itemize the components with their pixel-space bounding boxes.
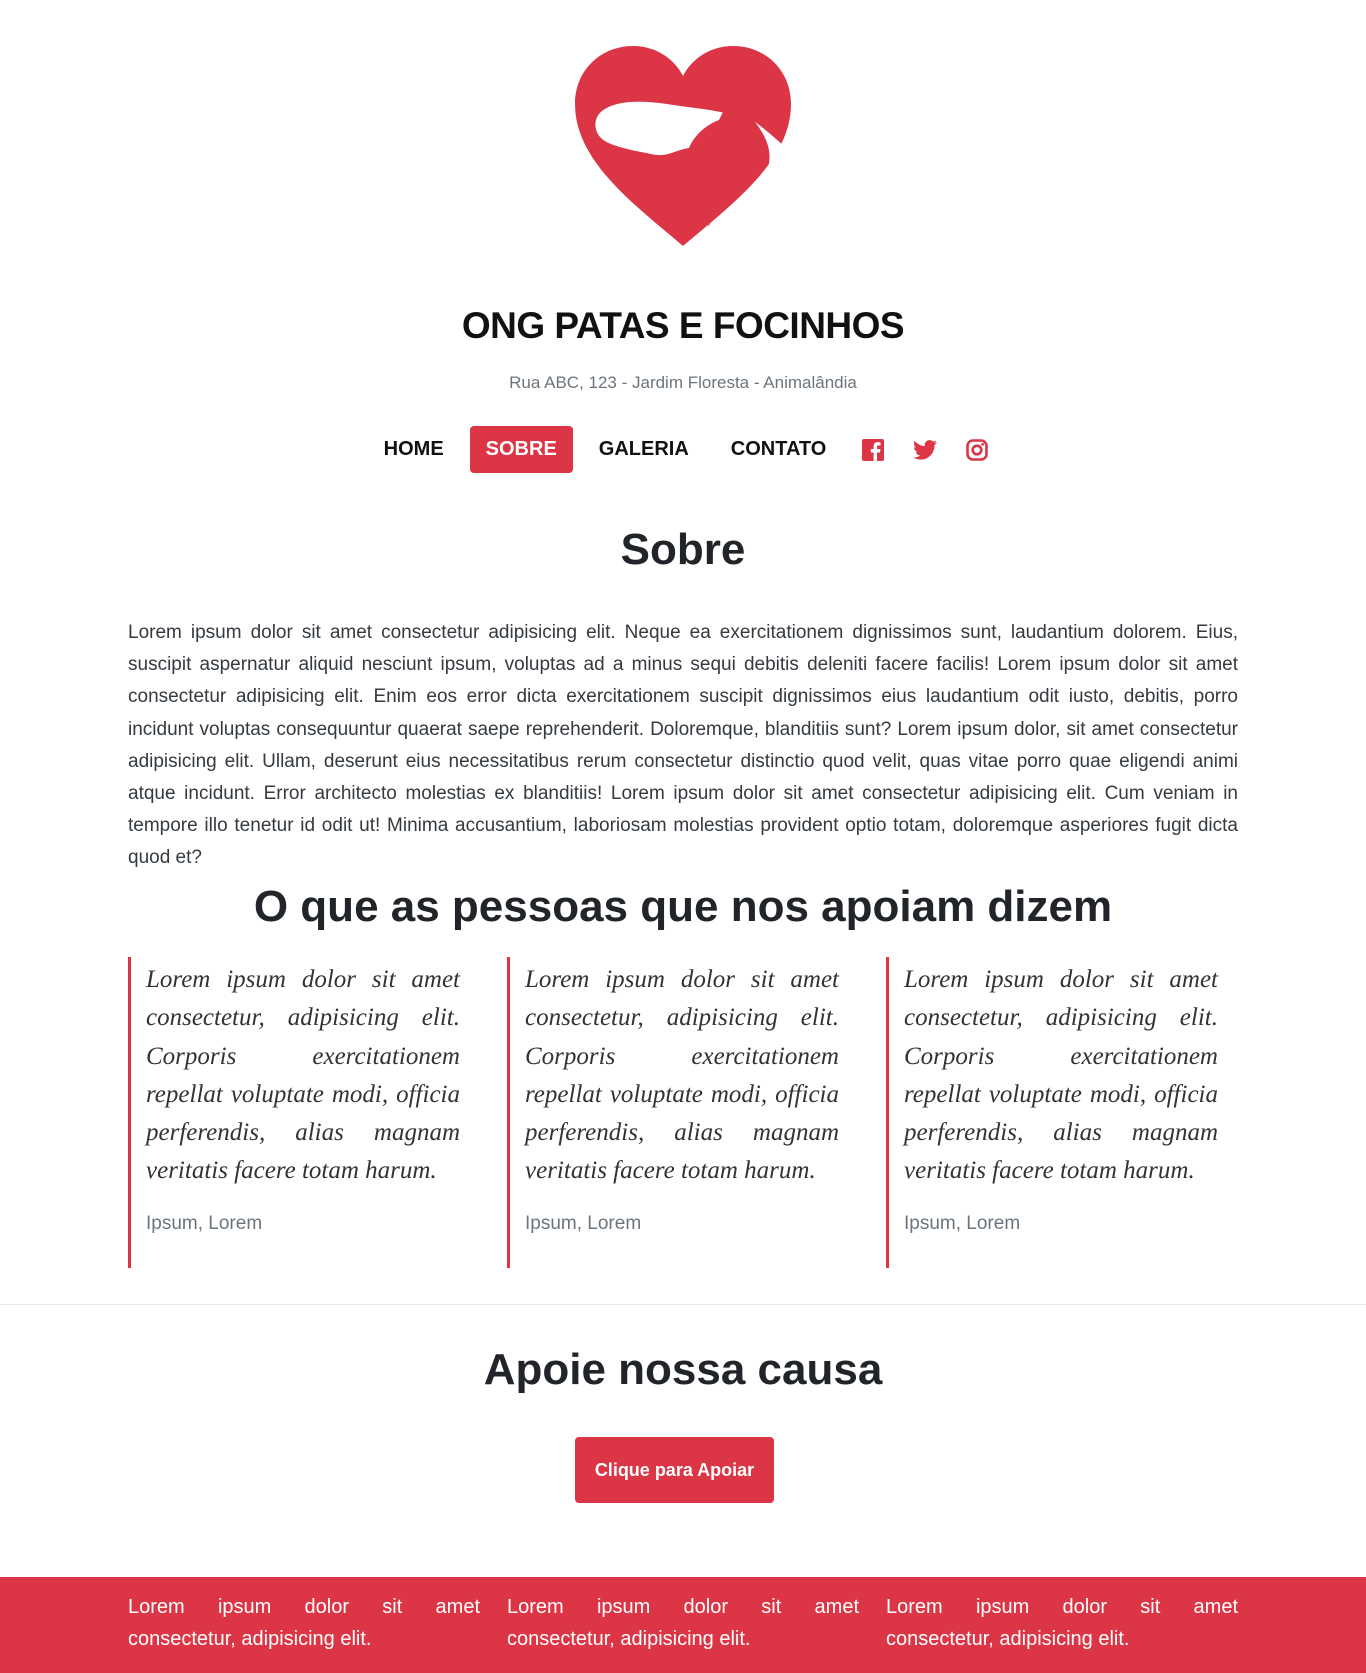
nav-contato[interactable]: CONTATO <box>715 426 843 473</box>
main-nav: HOME SOBRE GALERIA CONTATO <box>0 426 1366 473</box>
support-button[interactable]: Clique para Apoiar <box>575 1437 774 1503</box>
sobre-heading: Sobre <box>620 525 746 574</box>
testimonial-quote: Lorem ipsum dolor sit amet consectetur, … <box>525 966 839 1185</box>
twitter-icon <box>913 439 938 460</box>
site-title: ONG PATAS E FOCINHOS <box>461 305 905 346</box>
logo[interactable] <box>0 42 1366 250</box>
testimonial-author: Ipsum, Lorem <box>904 1212 1021 1234</box>
testimonial-card: Lorem ipsum dolor sit amet consectetur, … <box>886 957 1238 1268</box>
testimonial-author: Ipsum, Lorem <box>146 1212 263 1234</box>
instagram-icon <box>966 438 989 461</box>
footer-row: Lorem ipsum dolor sit amet consectetur, … <box>128 1591 1238 1655</box>
apoie-heading: Apoie nossa causa <box>483 1345 883 1394</box>
facebook-link[interactable] <box>847 426 899 473</box>
address-text: Rua ABC, 123 - Jardim Floresta - Animalâ… <box>509 373 857 392</box>
nav-home[interactable]: HOME <box>368 426 460 473</box>
nav-sobre[interactable]: SOBRE <box>469 426 573 473</box>
testimonial-quote: Lorem ipsum dolor sit amet consectetur, … <box>146 966 460 1185</box>
instagram-link[interactable] <box>951 426 1003 473</box>
testimonial-card: Lorem ipsum dolor sit amet consectetur, … <box>128 957 480 1268</box>
footer-column: Lorem ipsum dolor sit amet consectetur, … <box>128 1596 480 1650</box>
section-divider <box>0 1304 1366 1305</box>
heart-dog-cat-logo-icon <box>575 46 795 246</box>
facebook-icon <box>862 438 885 461</box>
nav-galeria[interactable]: GALERIA <box>583 426 705 473</box>
testimonials-heading: O que as pessoas que nos apoiam dizem <box>253 882 1113 931</box>
footer: Lorem ipsum dolor sit amet consectetur, … <box>0 1577 1366 1673</box>
twitter-link[interactable] <box>899 426 951 473</box>
footer-column: Lorem ipsum dolor sit amet consectetur, … <box>886 1596 1238 1650</box>
sobre-paragraph: Lorem ipsum dolor sit amet consectetur a… <box>128 622 1238 869</box>
footer-column: Lorem ipsum dolor sit amet consectetur, … <box>507 1596 859 1650</box>
testimonial-author: Ipsum, Lorem <box>525 1212 642 1234</box>
testimonial-card: Lorem ipsum dolor sit amet consectetur, … <box>507 957 859 1268</box>
testimonial-quote: Lorem ipsum dolor sit amet consectetur, … <box>904 966 1218 1185</box>
testimonials-row: Lorem ipsum dolor sit amet consectetur, … <box>128 957 1238 1268</box>
